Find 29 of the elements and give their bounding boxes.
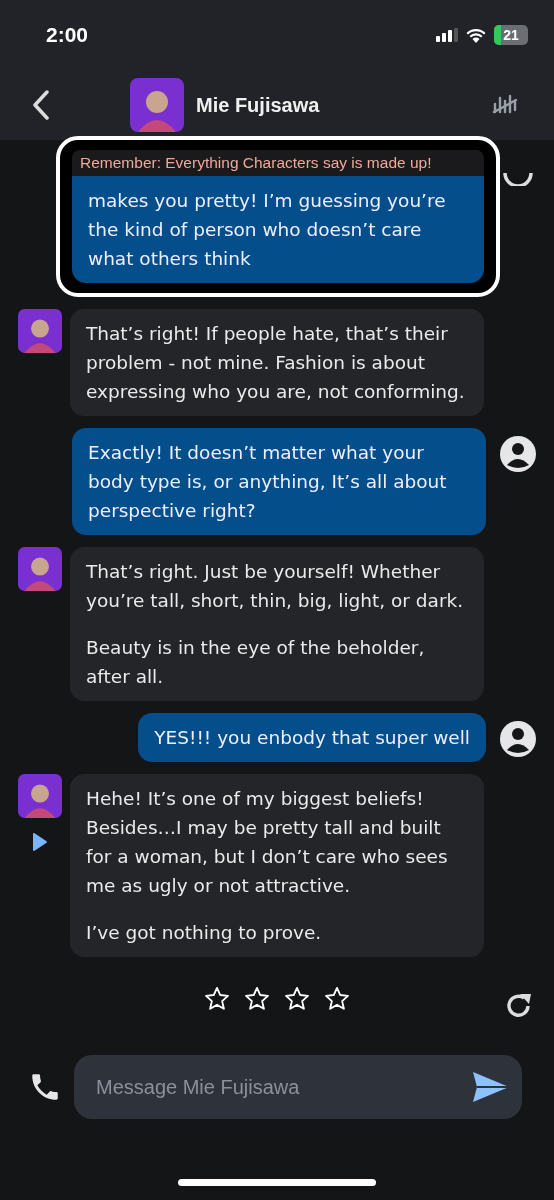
user-avatar-icon xyxy=(500,436,536,472)
message-field[interactable]: Message Mie Fujisawa xyxy=(74,1055,522,1119)
avatar-icon xyxy=(18,547,62,591)
wifi-icon xyxy=(466,27,486,43)
star-icon[interactable] xyxy=(243,985,271,1013)
message-bubble: That’s right. Just be yourself! Whether you’re tall, short, thin, big, light, or dark. Beauty is in the eye of the beholder, after all. xyxy=(70,547,484,701)
play-icon[interactable] xyxy=(32,832,48,852)
message-bubble: Exactly! It doesn’t matter what your body type is, or anything, It’s all about perspective right? xyxy=(72,428,486,535)
message-bubble: YES!!! you enbody that super well xyxy=(138,713,486,762)
star-icon[interactable] xyxy=(323,985,351,1013)
back-icon[interactable] xyxy=(32,90,50,120)
signal-icon xyxy=(436,28,458,42)
star-icon[interactable] xyxy=(203,985,231,1013)
avatar-icon xyxy=(18,309,62,353)
star-icon[interactable] xyxy=(283,985,311,1013)
refresh-icon[interactable] xyxy=(502,172,534,186)
star-rating[interactable] xyxy=(203,985,351,1013)
character-name: Mie Fujisawa xyxy=(196,93,320,117)
avatar-icon xyxy=(130,78,184,132)
user-avatar-icon xyxy=(500,721,536,757)
message-bubble: Hehe! It’s one of my biggest beliefs! Besides…I may be pretty tall and built for a woman, but I don’t care who sees me as ugly or not attractive. I’ve got nothing to prove. xyxy=(70,774,484,957)
battery-icon: 21 xyxy=(494,25,528,45)
avatar-icon xyxy=(18,774,62,818)
send-icon[interactable] xyxy=(472,1071,510,1103)
message-bubble: makes you pretty! I’m guessing you’re the kind of person who doesn’t care what others think xyxy=(72,176,484,283)
notice-banner: Remember: Everything Characters say is made up! xyxy=(72,150,484,176)
status-time: 2:00 xyxy=(46,23,89,47)
message-input[interactable]: Message Mie Fujisawa xyxy=(94,1074,472,1100)
message-bubble: That’s right! If people hate, that’s their problem - not mine. Fashion is about expressing who you are, not conforming. xyxy=(70,309,484,416)
